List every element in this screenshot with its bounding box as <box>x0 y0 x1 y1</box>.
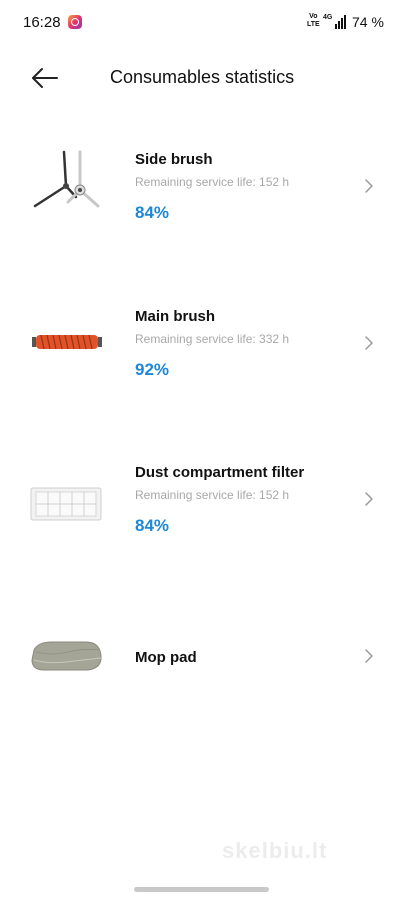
battery-level: 74 % <box>352 14 384 30</box>
item-name: Main brush <box>135 308 216 325</box>
item-service-life: Remaining service life: 152 h <box>135 175 290 189</box>
consumable-item-main-brush[interactable]: Main brush Remaining service life: 332 h… <box>0 297 403 407</box>
status-time: 16:28 <box>23 14 61 31</box>
signal-4g-icon: 4G <box>323 14 346 29</box>
status-bar: 16:28 Vo LTE 4G 74 % <box>0 0 403 44</box>
page-header: Consumables statistics <box>0 50 403 106</box>
arrow-left-icon <box>32 68 58 88</box>
chevron-right-icon <box>365 336 373 350</box>
page-title: Consumables statistics <box>110 67 295 87</box>
item-percentage: 84% <box>135 203 170 222</box>
volte-icon: Vo LTE <box>307 13 320 28</box>
consumable-item-side-brush[interactable]: Side brush Remaining service life: 152 h… <box>0 140 403 250</box>
home-indicator[interactable] <box>134 887 269 892</box>
watermark: skelbiu.lt <box>222 838 328 863</box>
chevron-right-icon <box>365 179 373 193</box>
item-percentage: 84% <box>135 516 170 535</box>
main-brush-image <box>32 334 102 350</box>
chevron-right-icon <box>365 492 373 506</box>
item-service-life: Remaining service life: 152 h <box>135 488 290 502</box>
consumable-item-mop-pad[interactable]: Mop pad <box>0 610 403 720</box>
dust-filter-image <box>30 487 102 521</box>
back-button[interactable] <box>24 62 64 94</box>
consumable-item-dust-filter[interactable]: Dust compartment filter Remaining servic… <box>0 453 403 563</box>
side-brush-image <box>33 150 100 208</box>
chevron-right-icon <box>365 649 373 663</box>
item-name: Side brush <box>135 151 213 168</box>
instagram-icon <box>68 15 82 29</box>
item-service-life: Remaining service life: 332 h <box>135 332 290 346</box>
item-name: Mop pad <box>135 649 197 666</box>
item-percentage: 92% <box>135 360 170 379</box>
svg-text:4G: 4G <box>323 14 333 21</box>
item-name: Dust compartment filter <box>135 464 305 481</box>
mop-pad-image <box>31 641 102 671</box>
